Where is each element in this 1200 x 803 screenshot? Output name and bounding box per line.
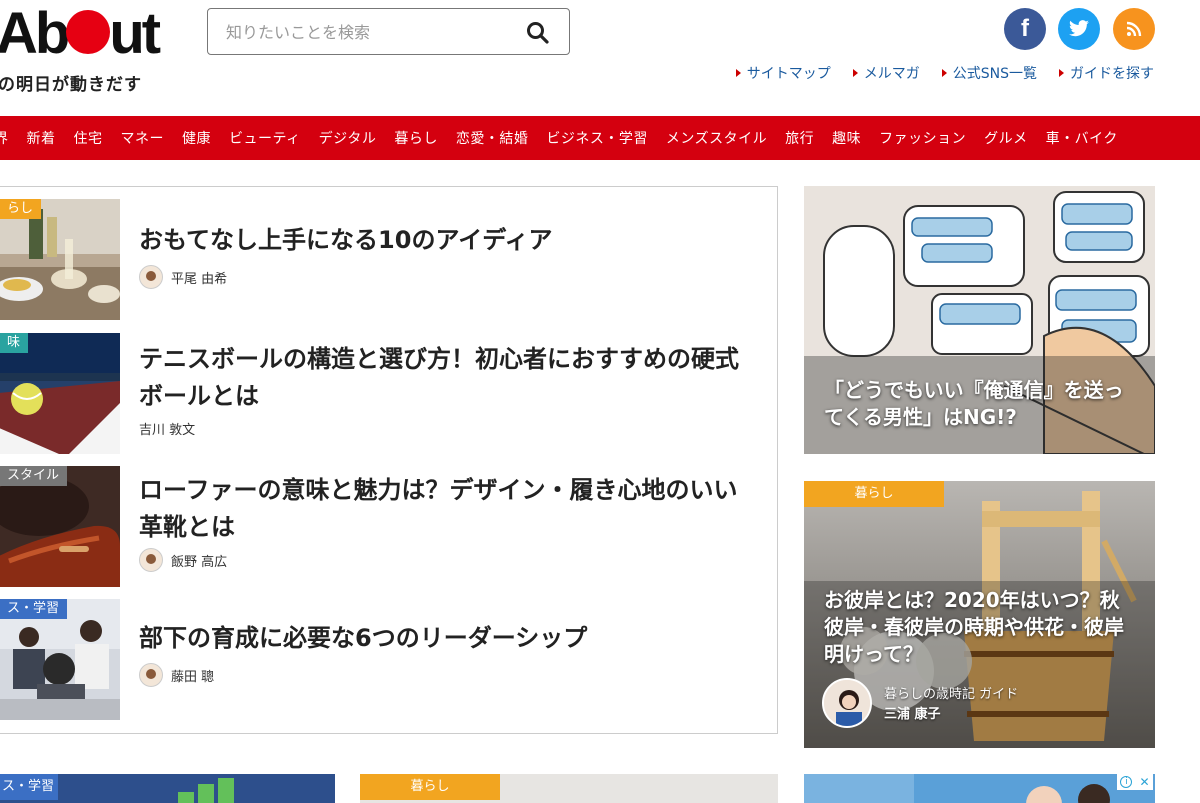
facebook-button[interactable]: f [1004,8,1046,50]
logo-text-2: ut [109,1,161,66]
guide-label: 暮らしの歳時記 ガイド [884,687,1019,702]
ad-choices[interactable]: i ✕ [1117,774,1153,790]
author-name: 飯野 高広 [171,554,228,570]
nav-item-car-bike[interactable]: 車・バイク [1037,128,1127,148]
triangle-right-icon [1059,69,1064,77]
author-name: 平尾 由希 [171,271,228,287]
nav-item-hobby[interactable]: 趣味 [823,128,870,148]
category-label: 味 [0,333,29,353]
link-find-guide[interactable]: ガイドを探す [1059,63,1154,83]
guide-avatar[interactable] [822,678,872,728]
list-item[interactable]: らし おもてなし上手になる10のアイディア 平尾 由希 [0,187,777,320]
ad-image [804,774,1155,803]
triangle-right-icon [735,69,741,77]
author-name: 吉川 敦文 [139,423,196,438]
top-links: サイトマップ メルマガ 公式SNS一覧 ガイドを探す [735,63,1154,83]
feature-card-ohigan[interactable]: 暮らし お彼岸とは？2020年はいつ？秋彼岸・春彼岸の時期や供花・彼岸明けって？… [804,481,1155,748]
rss-button[interactable] [1113,8,1155,50]
nav-item-digital[interactable]: デジタル [310,128,386,148]
triangle-right-icon [852,69,858,77]
search-icon [527,22,549,44]
article-author[interactable]: 飯野 高広 [139,548,227,572]
guide-name[interactable]: 三浦 康子 [884,703,941,722]
bottom-card-business[interactable]: ス・学習 [0,774,335,803]
category-nav: 界 新着 住宅 マネー 健康 ビューティ デジタル 暮らし 恋愛・結婚 ビジネス… [0,116,1200,160]
nav-item-living[interactable]: 暮らし [385,128,447,148]
link-mailmagazine[interactable]: メルマガ [852,63,920,83]
category-label: ス・学習 [0,599,68,619]
article-title[interactable]: おもてなし上手になる10のアイディア [139,222,759,259]
facebook-icon: f [1021,15,1029,42]
ad-banner[interactable]: i ✕ [804,774,1155,803]
author-avatar [139,265,163,289]
article-title[interactable]: ローファーの意味と魅力は？デザイン・履き心地のいい革靴とは [139,472,759,546]
nav-item-business[interactable]: ビジネス・学習 [537,128,657,148]
search-input[interactable] [226,21,516,43]
search-box [207,8,570,55]
twitter-icon [1069,20,1089,37]
rss-icon [1126,21,1142,37]
category-label: スタイル [0,466,68,486]
nav-item-gourmet[interactable]: グルメ [975,128,1037,148]
category-label: 暮らし [804,481,944,507]
triangle-right-icon [941,69,947,77]
author-avatar [139,663,163,687]
category-label: 暮らし [360,774,500,800]
logo-text-1: Ab [0,1,70,66]
nav-item-beauty[interactable]: ビューティ [220,128,310,148]
nav-item-fashion[interactable]: ファッション [870,128,975,148]
author-avatar [139,548,163,572]
link-official-sns[interactable]: 公式SNS一覧 [941,63,1037,83]
site-header: Abut の明日が動きだす f サイトマップ メルマガ 公式SNS一覧 ガイドを… [0,0,1200,116]
nav-item[interactable]: 界 [0,128,18,148]
nav-item-money[interactable]: マネー [112,128,174,148]
article-author[interactable]: 藤田 聰 [139,663,214,687]
article-title[interactable]: テニスボールの構造と選び方！初心者におすすめの硬式ボールとは [139,341,759,415]
info-icon[interactable]: i [1120,776,1133,788]
article-author[interactable]: 吉川 敦文 [139,419,195,438]
article-author[interactable]: 平尾 由希 [139,265,227,289]
site-tagline: の明日が動きだす [0,75,142,95]
list-item[interactable]: スタイル ローファーの意味と魅力は？デザイン・履き心地のいい革靴とは 飯野 高広 [0,454,777,587]
nav-item-mens-style[interactable]: メンズスタイル [657,128,776,148]
list-item[interactable]: ス・学習 部下の育成に必要な6つのリーダーシップ 藤田 聰 [0,587,777,720]
category-label: らし [0,199,42,219]
bottom-card-living[interactable]: 暮らし [360,774,778,803]
card-title[interactable]: お彼岸とは？2020年はいつ？秋彼岸・春彼岸の時期や供花・彼岸明けって？ [824,587,1139,668]
author-name: 藤田 聰 [171,669,215,685]
feature-card-manga[interactable]: 「どうでもいい『俺通信』を送ってくる男性」はNG!? [804,186,1155,454]
search-button[interactable] [525,20,551,46]
twitter-button[interactable] [1058,8,1100,50]
link-sitemap[interactable]: サイトマップ [735,63,831,83]
nav-item-new[interactable]: 新着 [18,128,65,148]
logo-red-dot [66,10,111,54]
nav-item-health[interactable]: 健康 [173,128,220,148]
nav-item-housing[interactable]: 住宅 [65,128,112,148]
article-list: らし おもてなし上手になる10のアイディア 平尾 由希 味 テニスボールの構造と… [0,186,778,734]
close-icon[interactable]: ✕ [1139,776,1149,788]
site-logo[interactable]: Ab ut [0,1,161,66]
card-title[interactable]: 「どうでもいい『俺通信』を送ってくる男性」はNG!? [824,377,1139,431]
nav-item-love[interactable]: 恋愛・結婚 [447,128,538,148]
nav-item-travel[interactable]: 旅行 [776,128,823,148]
list-item[interactable]: 味 テニスボールの構造と選び方！初心者におすすめの硬式ボールとは 吉川 敦文 [0,321,777,454]
category-label: ス・学習 [0,774,58,800]
article-title[interactable]: 部下の育成に必要な6つのリーダーシップ [139,620,759,657]
